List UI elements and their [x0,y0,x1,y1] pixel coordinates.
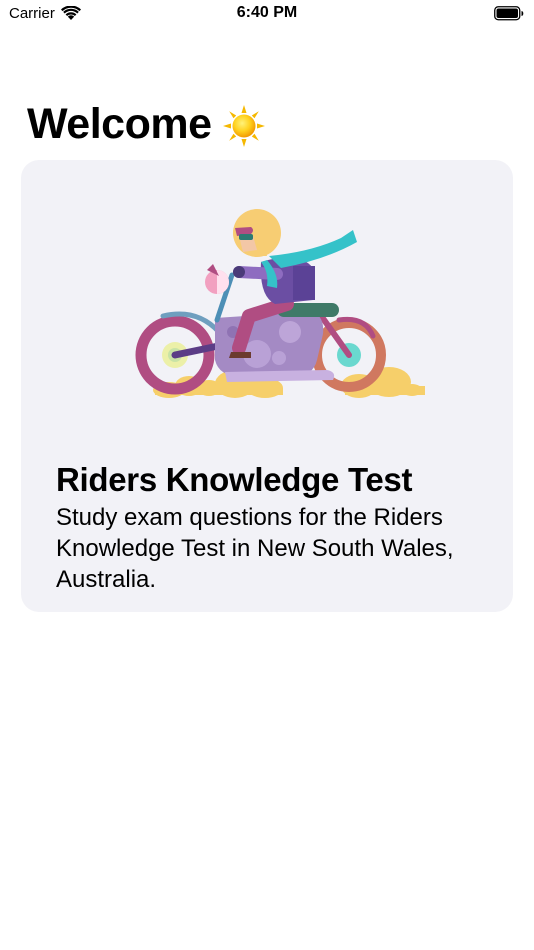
riders-knowledge-test-card[interactable]: Riders Knowledge Test Study exam questio… [21,160,513,612]
card-description: Study exam questions for the Riders Know… [56,504,454,593]
welcome-header: Welcome [27,96,266,152]
motorcycle-rider-illustration [135,209,425,398]
page-title: Welcome [27,100,212,148]
screen: Carrier 6:40 PM Welcome Riders Knowledge… [0,0,534,950]
status-time: 6:40 PM [236,4,298,21]
battery-icon [494,6,524,21]
status-bar: Carrier 6:40 PM [0,0,534,30]
sun-icon [222,105,265,147]
card-title: Riders Knowledge Test [56,461,413,498]
